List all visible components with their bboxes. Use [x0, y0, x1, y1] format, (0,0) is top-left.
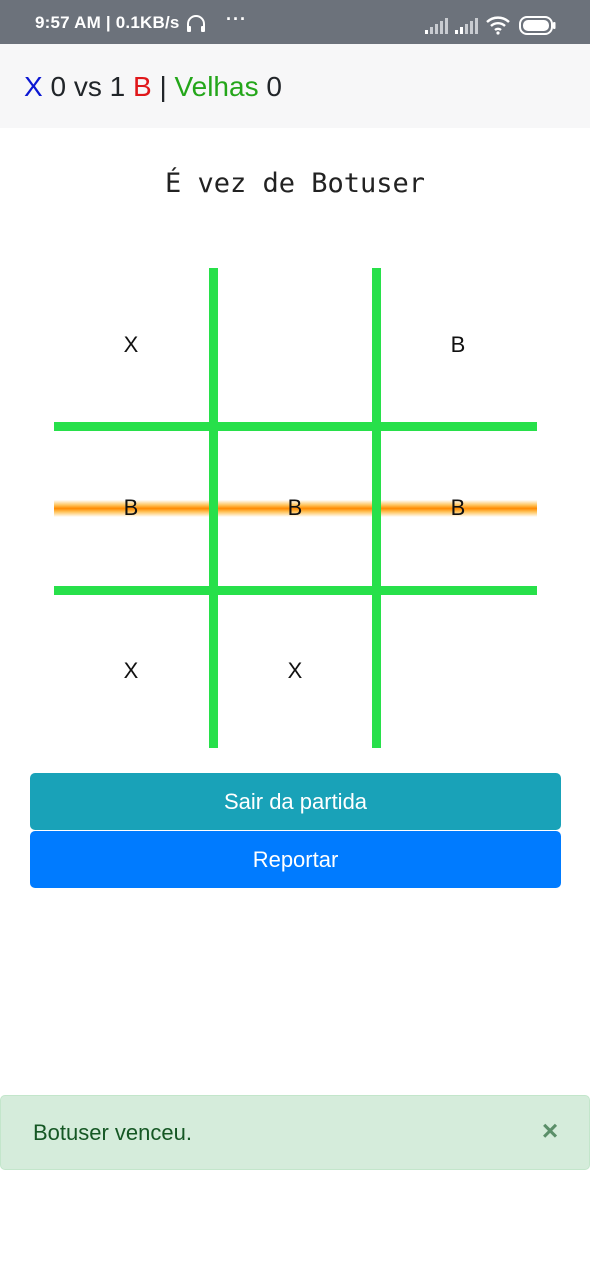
player-x-symbol: X: [24, 71, 43, 102]
status-bar: 9:57 AM | 0.1KB/s ···: [0, 0, 590, 44]
draws-count: 0: [266, 71, 282, 102]
network-speed: 0.1KB/s: [115, 13, 180, 32]
board-cell-2-2[interactable]: [398, 651, 518, 691]
more-dots-icon: ···: [226, 9, 247, 29]
scoreboard: X 0 vs 1 B | Velhas 0: [24, 71, 282, 103]
alert-message: Botuser venceu.: [33, 1120, 192, 1145]
headphone-icon: [187, 15, 205, 32]
grid-line-horizontal: [54, 586, 537, 595]
vs-label: vs: [73, 71, 102, 102]
board-cell-1-0[interactable]: B: [71, 488, 191, 528]
leave-match-button[interactable]: Sair da partida: [30, 773, 561, 830]
status-time-speed: 9:57 AM | 0.1KB/s: [35, 13, 180, 32]
board-cell-0-0[interactable]: X: [71, 325, 191, 365]
battery-icon: [519, 16, 556, 35]
board-cell-2-1[interactable]: X: [235, 651, 355, 691]
grid-line-vertical: [209, 268, 218, 748]
score-separator: |: [159, 71, 167, 102]
turn-indicator: É vez de Botuser: [164, 168, 426, 199]
player-b-symbol: B: [132, 71, 152, 102]
board-cell-0-2[interactable]: B: [398, 325, 518, 365]
winner-alert: Botuser venceu. ×: [0, 1095, 590, 1170]
score-header: X 0 vs 1 B | Velhas 0: [0, 44, 590, 128]
close-icon[interactable]: ×: [537, 1116, 563, 1146]
player-b-score: 1: [109, 71, 126, 102]
grid-line-horizontal: [54, 422, 537, 431]
signal-icon: [425, 18, 448, 34]
grid-line-vertical: [372, 268, 381, 748]
signal-icon: [455, 18, 478, 34]
board-cell-0-1[interactable]: [235, 325, 355, 365]
board-cell-2-0[interactable]: X: [71, 651, 191, 691]
player-x-score: 0: [50, 71, 67, 102]
clock: 9:57 AM: [35, 13, 101, 32]
draws-label: Velhas: [174, 71, 259, 102]
board-cell-1-2[interactable]: B: [398, 488, 518, 528]
wifi-icon: [486, 16, 510, 35]
report-button[interactable]: Reportar: [30, 831, 561, 888]
game-board: X B B B B X X: [0, 260, 590, 760]
board-cell-1-1[interactable]: B: [235, 488, 355, 528]
